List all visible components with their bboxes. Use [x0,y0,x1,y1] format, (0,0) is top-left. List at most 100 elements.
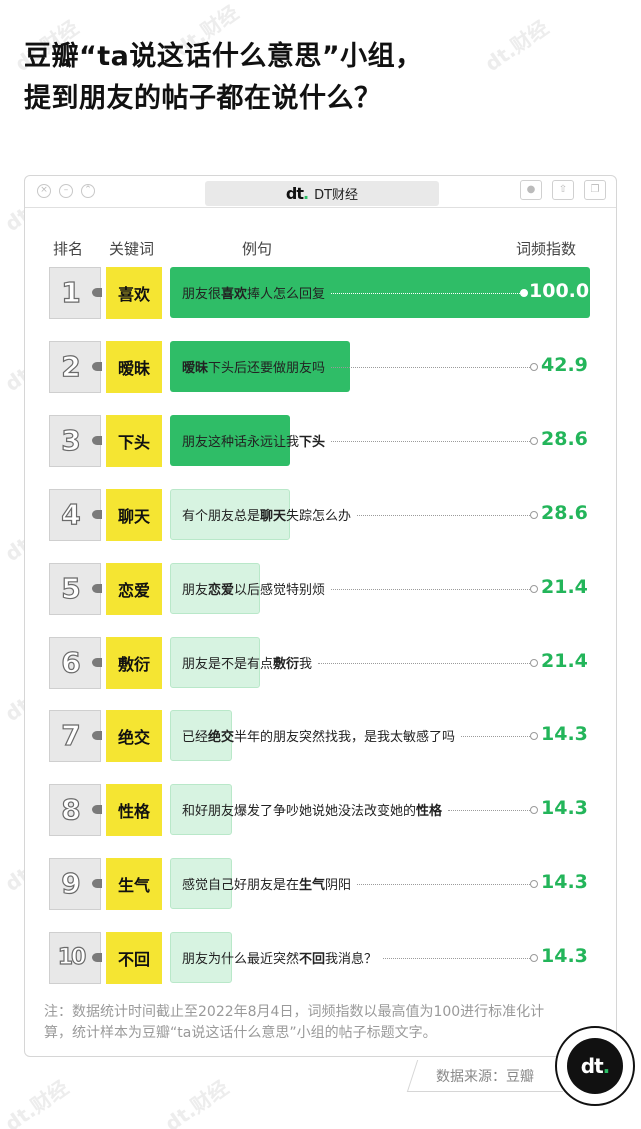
connector-tab [92,436,102,445]
rank-number: 1 [61,275,82,309]
column-header-rank: 排名 [53,240,84,258]
example-text: 我消息？ [325,952,378,967]
keyword-label: 下头 [106,415,162,467]
example-text: 捧人怎么回复 [247,287,326,302]
example-sentence: 朋友恋爱以后感觉特别烦 [182,579,325,598]
leader-line [318,663,530,664]
rank-number: 8 [61,792,82,826]
example-keyword: 暧昧 [182,361,209,376]
keyword-label: 绝交 [106,710,162,762]
chart-row: 3 下头 朋友这种话永远让我下头 28.6 [0,413,641,469]
close-icon[interactable]: × [37,184,51,198]
example-text: 以后感觉特别烦 [234,583,326,598]
rank-number: 9 [61,866,82,900]
column-header-keyword: 关键词 [109,240,155,258]
example-text: 感觉自己好朋友是在 [182,878,300,893]
connector-tab [92,953,102,962]
leader-end-dot [530,437,538,445]
example-text: 有个朋友总是 [182,509,261,524]
value-label: 100.0 [529,280,590,302]
value-label: 21.4 [541,650,588,672]
leader-end-dot [530,880,538,888]
value-label: 28.6 [541,502,588,524]
example-sentence: 暧昧下头后还要做朋友吗 [182,357,325,376]
example-text: 朋友为什么最近突然 [182,952,300,967]
chart-row: 8 性格 和好朋友爆发了争吵她说她没法改变她的性格 14.3 [0,782,641,838]
example-keyword: 喜欢 [221,287,248,302]
example-keyword: 聊天 [260,509,287,524]
keyword-label: 不回 [106,932,162,984]
chart-row: 7 绝交 已经绝交半年的朋友突然找我，是我太敏感了吗 14.3 [0,708,641,764]
chart-row: 1 喜欢 朋友很喜欢捧人怎么回复 100.0 [0,265,641,321]
rank-number: 3 [61,423,82,457]
record-icon[interactable]: ● [520,180,542,200]
example-sentence: 感觉自己好朋友是在生气阴阳 [182,874,351,893]
share-icon[interactable]: ⇧ [552,180,574,200]
leader-line [357,884,530,885]
leader-end-dot [520,289,528,297]
example-keyword: 生气 [299,878,326,893]
leader-end-dot [530,954,538,962]
example-keyword: 敷衍 [273,657,300,672]
value-label: 14.3 [541,945,588,967]
title-line-2: 提到朋友的帖子都在说什么？ [24,83,382,114]
connector-tab [92,584,102,593]
example-sentence: 朋友这种话永远让我下头 [182,431,325,450]
example-sentence: 朋友很喜欢捧人怎么回复 [182,283,325,302]
connector-tab [92,805,102,814]
example-keyword: 性格 [416,804,443,819]
rank-number: 2 [61,349,82,383]
example-text: 失踪怎么办 [286,509,352,524]
example-keyword: 绝交 [208,730,235,745]
example-sentence: 朋友是不是有点敷衍我 [182,653,312,672]
leader-end-dot [530,806,538,814]
example-text: 和好朋友爆发了争吵她说她没法改变她的 [182,804,417,819]
leader-line [461,736,530,737]
chart-row: 6 敷衍 朋友是不是有点敷衍我 21.4 [0,635,641,691]
example-keyword: 不回 [299,952,326,967]
leader-end-dot [530,659,538,667]
rank-number: 6 [61,645,82,679]
connector-tab [92,731,102,740]
leader-line [357,515,530,516]
example-sentence: 有个朋友总是聊天失踪怎么办 [182,505,351,524]
minimize-icon[interactable]: – [59,184,73,198]
keyword-label: 性格 [106,784,162,836]
connector-tab [92,510,102,519]
brand-tab: dt. DT财经 [205,181,439,206]
value-label: 28.6 [541,428,588,450]
column-header-example: 例句 [242,240,273,258]
rank-number: 10 [57,944,87,970]
leader-line [331,589,530,590]
example-sentence: 和好朋友爆发了争吵她说她没法改变她的性格 [182,800,442,819]
example-text: 半年的朋友突然找我，是我太敏感了吗 [234,730,456,745]
value-label: 42.9 [541,354,588,376]
chart-row: 10 不回 朋友为什么最近突然不回我消息？ 14.3 [0,930,641,986]
keyword-label: 聊天 [106,489,162,541]
round-dt-logo-icon: dt. [555,1026,635,1106]
rank-number: 5 [61,571,82,605]
chart-row: 2 暧昧 暧昧下头后还要做朋友吗 42.9 [0,339,641,395]
watermark-text: dt.财经 [0,1075,73,1129]
maximize-icon[interactable]: ⌃ [81,184,95,198]
copy-icon[interactable]: ❐ [584,180,606,200]
dt-logo-icon: dt. [285,184,309,203]
page-title: 豆瓣“ta说这话什么意思”小组， 提到朋友的帖子都在说什么？ [24,36,614,120]
rank-number: 4 [61,497,82,531]
value-label: 14.3 [541,871,588,893]
leader-line [448,810,530,811]
data-source: 数据来源：豆瓣 [436,1069,534,1085]
example-keyword: 下头 [299,435,326,450]
connector-tab [92,658,102,667]
footnote: 注：数据统计时间截止至2022年8月4日，词频指数以最高值为100进行标准化计算… [44,1004,545,1041]
connector-tab [92,288,102,297]
leader-line [331,293,520,294]
leader-line [331,367,530,368]
example-text: 朋友很 [182,287,222,302]
example-sentence: 朋友为什么最近突然不回我消息？ [182,948,377,967]
leader-line [331,441,530,442]
example-text: 已经 [182,730,209,745]
keyword-label: 生气 [106,858,162,910]
example-text: 我 [299,657,313,672]
chart-row: 4 聊天 有个朋友总是聊天失踪怎么办 28.6 [0,487,641,543]
